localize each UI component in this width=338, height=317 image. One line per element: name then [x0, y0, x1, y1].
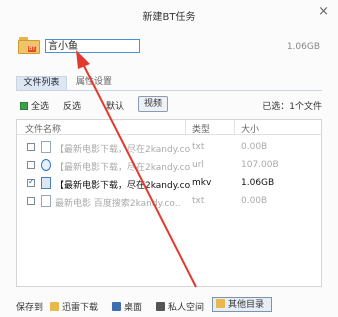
annotation-arrow [76, 50, 197, 288]
arrow-shaft [80, 59, 197, 288]
arrow-head [76, 50, 90, 69]
new-bt-task-dialog: 新建BT任务 × BT 言小鱼 1.06GB 文件列表 属性设置 全选 反选 默… [0, 0, 338, 317]
